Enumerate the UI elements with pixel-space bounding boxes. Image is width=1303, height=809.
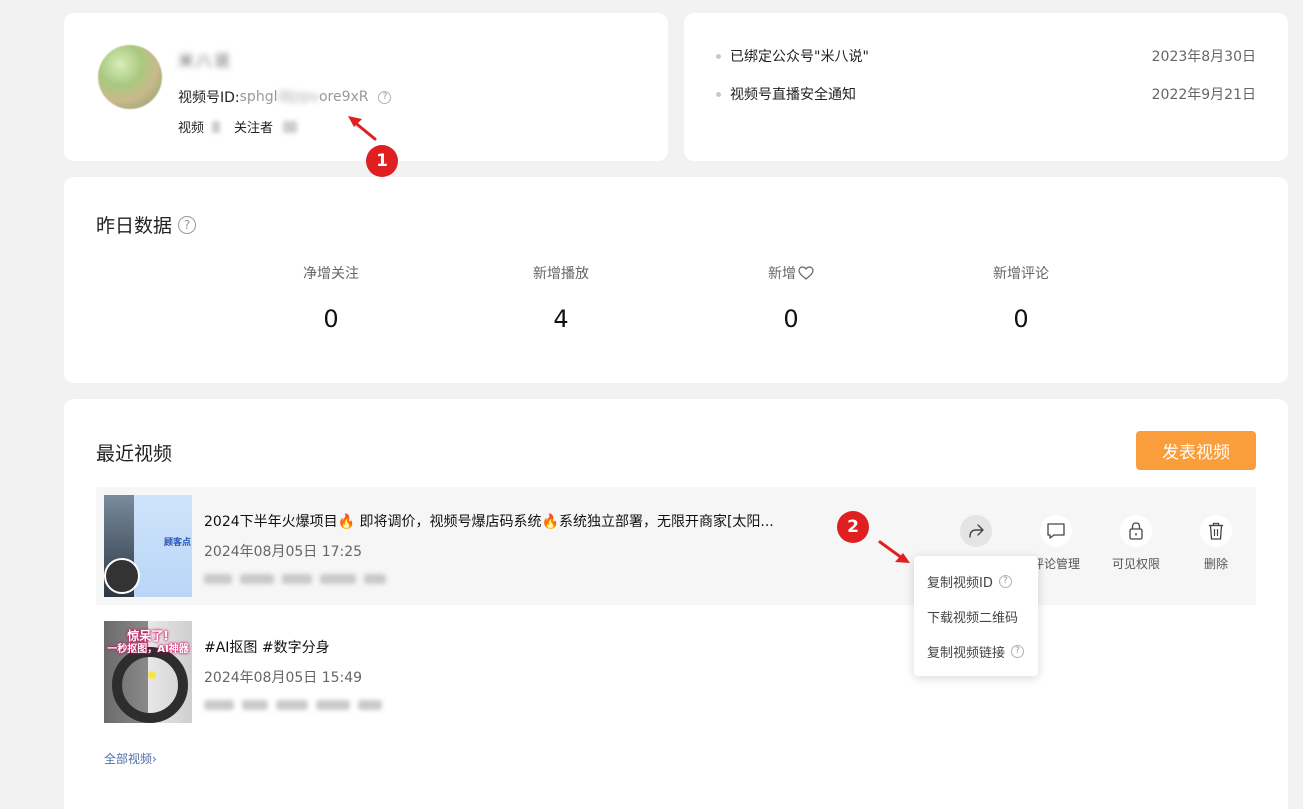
video-title[interactable]: 2024下半年火爆项目🔥 即将调价，视频号爆店码系统🔥系统独立部署，无限开商家[… — [204, 511, 774, 531]
metric-label: 新增播放 — [533, 266, 589, 282]
blurred-stat — [204, 574, 232, 584]
thumbnail-ring-graphic — [112, 647, 188, 723]
video-time: 2024年08月05日 15:49 — [204, 670, 363, 686]
annotation-arrow-icon — [878, 540, 910, 563]
blurred-stat — [316, 700, 350, 710]
notice-date: 2022年9月21日 — [1151, 87, 1256, 103]
blurred-stat — [358, 700, 382, 710]
video-row[interactable]: 惊呆了! 一秒抠图，AI神器 #AI抠图 #数字分身 2024年08月05日 1… — [96, 605, 1256, 723]
notice-item[interactable]: 视频号直播安全通知 2022年9月21日 — [716, 84, 1256, 104]
help-icon[interactable]: ? — [378, 90, 392, 104]
nickname: 米八说 — [178, 51, 233, 70]
video-title[interactable]: #AI抠图 #数字分身 — [204, 637, 330, 657]
metric-label-text: 新增 — [768, 266, 796, 282]
metric-value: 0 — [1013, 305, 1029, 333]
annotation-marker-2: 2 — [837, 511, 869, 543]
notice-text: 视频号直播安全通知 — [730, 87, 856, 103]
thumbnail-caption: 惊呆了! 一秒抠图，AI神器 — [104, 629, 192, 657]
channel-id-line: 视频号ID: sphgl i8Jzpv ore9xR ? — [178, 87, 392, 107]
metric-new-likes: 新增 0 — [691, 263, 891, 333]
menu-item-label: 复制视频链接 — [927, 646, 1006, 661]
notice-text: 已绑定公众号"米八说" — [730, 49, 869, 65]
share-action[interactable] — [946, 515, 1006, 547]
metric-new-comments: 新增评论 0 — [921, 263, 1121, 333]
action-label: 可见权限 — [1111, 557, 1160, 571]
channel-id-end: ore9xR — [318, 89, 369, 105]
profile-stats: 视频 关注者 — [178, 117, 298, 136]
avatar[interactable] — [98, 45, 162, 109]
metric-net-followers: 净增关注 0 — [231, 263, 431, 333]
annotation-arrow-icon — [348, 116, 377, 141]
trash-icon — [1200, 515, 1232, 547]
notices-card: 已绑定公众号"米八说" 2023年8月30日 视频号直播安全通知 2022年9月… — [684, 13, 1288, 161]
followers-label: 关注者 — [234, 121, 274, 136]
notice-date: 2023年8月30日 — [1151, 49, 1256, 65]
delete-action[interactable]: 删除 — [1186, 515, 1246, 572]
recent-videos-card: 最近视频 发表视频 顾客点 2024下半年火爆项目🔥 即将调价，视频号爆店码系统… — [64, 399, 1288, 809]
video-thumbnail[interactable]: 惊呆了! 一秒抠图，AI神器 — [104, 621, 192, 723]
comment-icon — [1040, 515, 1072, 547]
blurred-stat — [320, 574, 356, 584]
section-title-text: 最近视频 — [96, 443, 173, 465]
video-row[interactable]: 顾客点 2024下半年火爆项目🔥 即将调价，视频号爆店码系统🔥系统独立部署，无限… — [96, 487, 1256, 605]
metric-label: 新增评论 — [993, 266, 1049, 282]
blurred-stat — [276, 700, 308, 710]
recent-videos-title: 最近视频 — [96, 439, 172, 466]
followers-count-blurred — [283, 120, 298, 133]
thumbnail-caption-line: 一秒抠图，AI神器 — [107, 644, 189, 655]
blurred-stat — [242, 700, 268, 710]
all-videos-link-text[interactable]: 全部视频 — [104, 752, 152, 766]
action-label: 删除 — [1203, 557, 1228, 571]
video-time: 2024年08月05日 17:25 — [204, 544, 363, 560]
notice-item[interactable]: 已绑定公众号"米八说" 2023年8月30日 — [716, 46, 1256, 66]
yesterday-data-title: 昨日数据 ? — [96, 211, 197, 238]
metric-label: 净增关注 — [303, 266, 359, 282]
section-title-text: 昨日数据 — [96, 215, 173, 237]
video-thumbnail[interactable]: 顾客点 — [104, 495, 192, 597]
help-icon[interactable]: ? — [1011, 645, 1025, 658]
bullet-icon — [716, 91, 721, 97]
metric-value: 0 — [323, 305, 339, 333]
thumbnail-caption-line: 惊呆了! — [127, 629, 169, 643]
metric-value: 0 — [783, 305, 799, 333]
menu-item-label: 复制视频ID — [927, 576, 993, 591]
metric-label: 新增 — [691, 263, 891, 283]
publish-video-button[interactable]: 发表视频 — [1136, 431, 1256, 470]
lock-icon — [1120, 515, 1152, 547]
video-stats-blurred — [204, 573, 394, 585]
copy-video-id-item[interactable]: 复制视频ID ? — [927, 572, 1012, 591]
share-menu: 复制视频ID ? 下载视频二维码 复制视频链接 ? — [914, 556, 1038, 676]
help-icon[interactable]: ? — [998, 575, 1012, 588]
help-icon[interactable]: ? — [178, 215, 197, 234]
visibility-action[interactable]: 可见权限 — [1106, 515, 1166, 572]
yesterday-data-card: 昨日数据 ? 净增关注 0 新增播放 4 新增 0 新增评论 0 — [64, 177, 1288, 383]
all-videos-link[interactable]: 全部视频› — [104, 750, 157, 767]
heart-icon — [798, 266, 814, 280]
videos-label: 视频 — [178, 121, 205, 136]
share-icon[interactable] — [960, 515, 992, 547]
blurred-stat — [364, 574, 386, 584]
video-stats-blurred — [204, 699, 394, 711]
videos-count-blurred — [212, 120, 221, 133]
thumbnail-circle-graphic — [104, 558, 140, 594]
metric-new-plays: 新增播放 4 — [461, 263, 661, 333]
annotation-marker-1: 1 — [366, 145, 398, 177]
thumbnail-dot-graphic — [148, 671, 156, 679]
bullet-icon — [716, 53, 721, 59]
blurred-stat — [240, 574, 274, 584]
chevron-right-icon: › — [152, 752, 157, 766]
thumbnail-text: 顾客点 — [164, 538, 192, 548]
blurred-stat — [282, 574, 312, 584]
copy-video-link-item[interactable]: 复制视频链接 ? — [927, 642, 1025, 661]
menu-item-label: 下载视频二维码 — [927, 611, 1019, 626]
channel-id-start: sphgl — [239, 89, 278, 105]
channel-id-blurred: i8Jzpv — [277, 89, 319, 105]
blurred-stat — [204, 700, 234, 710]
metric-value: 4 — [553, 305, 569, 333]
channel-id-label: 视频号ID: — [178, 90, 240, 106]
download-qr-item[interactable]: 下载视频二维码 — [927, 607, 1018, 626]
